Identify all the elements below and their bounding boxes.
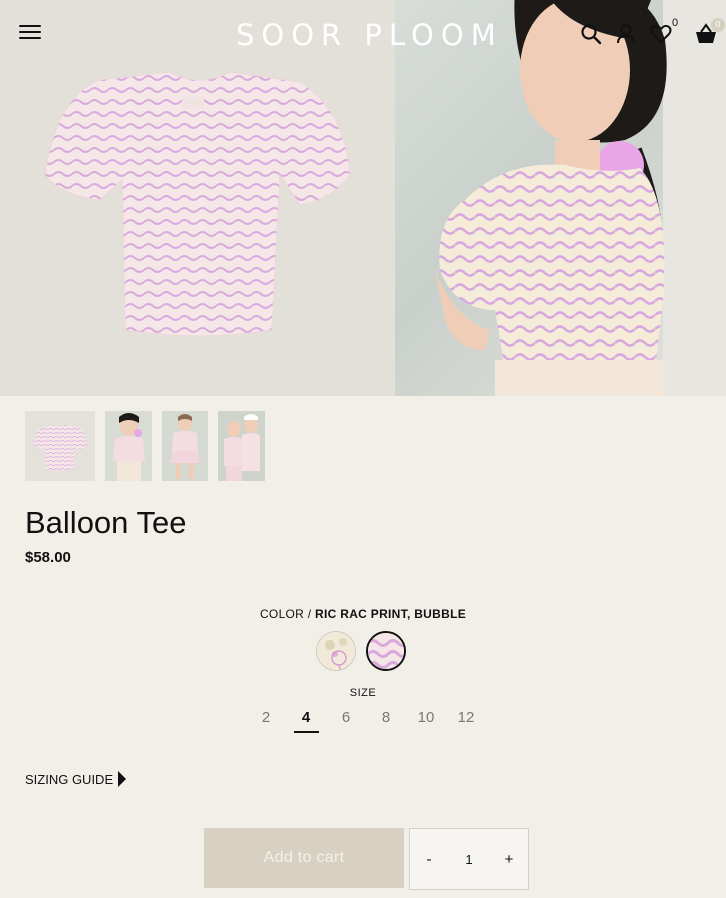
decrement-button[interactable]: - bbox=[410, 851, 448, 868]
size-option-4[interactable]: 4 bbox=[286, 709, 326, 733]
product-title: Balloon Tee bbox=[25, 505, 187, 540]
color-label-prefix: COLOR / bbox=[259, 607, 316, 621]
thumbnail-3[interactable] bbox=[162, 411, 208, 481]
color-swatch-ric-rac-bubble[interactable] bbox=[366, 631, 406, 671]
menu-icon[interactable] bbox=[19, 25, 41, 43]
selected-color-name: RIC RAC PRINT, BUBBLE bbox=[315, 607, 467, 621]
product-price: $58.00 bbox=[25, 549, 71, 566]
search-icon[interactable] bbox=[579, 22, 603, 46]
size-option-6[interactable]: 6 bbox=[326, 709, 366, 733]
sizing-guide-label: SIZING GUIDE bbox=[25, 771, 114, 787]
thumbnail-strip bbox=[25, 411, 265, 481]
heart-icon[interactable] bbox=[649, 22, 673, 46]
size-option-12[interactable]: 12 bbox=[446, 709, 486, 733]
account-icon[interactable] bbox=[614, 22, 638, 46]
site-header: SOOR PLOOM 0 0 bbox=[0, 0, 726, 68]
thumbnail-2[interactable] bbox=[105, 411, 152, 481]
thumbnail-4[interactable] bbox=[218, 411, 265, 481]
cart-count-badge: 0 bbox=[711, 18, 725, 32]
wishlist-count: 0 bbox=[672, 17, 679, 29]
size-option-2[interactable]: 2 bbox=[246, 709, 286, 733]
color-swatches bbox=[316, 631, 406, 671]
play-triangle-icon bbox=[118, 771, 127, 787]
quantity-value[interactable]: 1 bbox=[448, 852, 490, 867]
quantity-stepper: - 1 + bbox=[409, 828, 529, 890]
size-options: 2 4 6 8 10 12 bbox=[246, 709, 486, 733]
increment-button[interactable]: + bbox=[490, 851, 528, 868]
brand-logo[interactable]: SOOR PLOOM bbox=[236, 18, 503, 52]
size-option-10[interactable]: 10 bbox=[406, 709, 446, 733]
size-option-8[interactable]: 8 bbox=[366, 709, 406, 733]
color-label: COLOR / RIC RAC PRINT, BUBBLE bbox=[0, 607, 726, 621]
size-label: SIZE bbox=[349, 687, 377, 699]
color-swatch-floral[interactable] bbox=[316, 631, 356, 671]
sizing-guide-link[interactable]: SIZING GUIDE bbox=[25, 771, 127, 787]
add-to-cart-button[interactable]: Add to cart bbox=[204, 828, 404, 888]
thumbnail-1[interactable] bbox=[25, 411, 95, 481]
